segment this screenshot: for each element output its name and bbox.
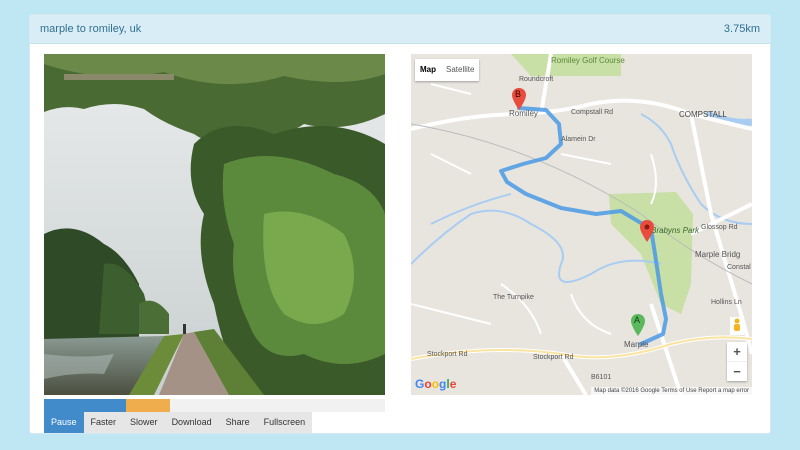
map-type-control[interactable]: Map Satellite xyxy=(415,59,480,81)
playback-progress[interactable] xyxy=(44,399,385,412)
label-roundcroft: Roundcroft xyxy=(519,76,554,83)
zoom-control: + − xyxy=(727,342,747,381)
played-bar xyxy=(44,399,126,412)
map-pin-icon[interactable]: A xyxy=(631,314,645,336)
label-glossop-rd: Glossop Rd xyxy=(701,224,738,231)
street-view-image xyxy=(44,54,385,395)
map-type-map[interactable]: Map xyxy=(415,59,441,81)
map-pin-icon[interactable] xyxy=(640,220,654,242)
route-panel: marple to romiley, uk 3.75km Map Satelli… xyxy=(29,14,771,434)
map-type-satellite[interactable]: Satellite xyxy=(441,59,479,81)
google-logo: Google xyxy=(415,377,457,391)
share-button[interactable]: Share xyxy=(218,412,257,433)
label-compstall-rd: Compstall Rd xyxy=(571,109,614,116)
pegman-icon[interactable] xyxy=(730,317,744,335)
faster-button[interactable]: Faster xyxy=(83,412,124,433)
label-marple-bridge: Marple Bridg xyxy=(695,250,741,259)
label-hollins-ln: Hollins Ln xyxy=(711,299,742,306)
marker-end-label: B xyxy=(515,89,522,99)
label-the-turnpike: The Turnpike xyxy=(493,294,534,301)
panel-header: marple to romiley, uk 3.75km xyxy=(30,15,770,44)
marker-start-label: A xyxy=(634,315,641,325)
route-title: marple to romiley, uk xyxy=(40,23,142,35)
download-button[interactable]: Download xyxy=(164,412,219,433)
slower-button[interactable]: Slower xyxy=(123,412,165,433)
label-golf: Romiley Golf Course xyxy=(551,56,625,65)
map-pin-icon[interactable]: B xyxy=(512,88,526,110)
label-romiley: Romiley xyxy=(509,109,538,118)
fullscreen-button[interactable]: Fullscreen xyxy=(256,412,313,433)
label-b6101: B6101 xyxy=(591,374,612,381)
map-attribution[interactable]: Map data ©2016 Google Terms of Use Repor… xyxy=(591,387,752,395)
label-stockport-rd-2: Stockport Rd xyxy=(533,354,574,361)
zoom-out-button[interactable]: − xyxy=(727,361,747,381)
pause-button[interactable]: Pause xyxy=(44,412,84,433)
label-park: Brabyns Park xyxy=(651,226,700,235)
route-map[interactable]: Map Satellite Romiley Golf Course COMPST… xyxy=(411,54,752,395)
playback-controls: Pause Faster Slower Download Share Fulls… xyxy=(44,412,313,433)
label-stockport-rd-1: Stockport Rd xyxy=(427,351,468,358)
zoom-in-button[interactable]: + xyxy=(727,342,747,361)
label-marple: Marple xyxy=(624,340,649,349)
label-compstall: COMPSTALL xyxy=(679,110,727,119)
label-alamein-dr: Alamein Dr xyxy=(561,136,596,143)
label-constable: Constal xyxy=(727,264,751,271)
route-distance: 3.75km xyxy=(723,23,760,35)
